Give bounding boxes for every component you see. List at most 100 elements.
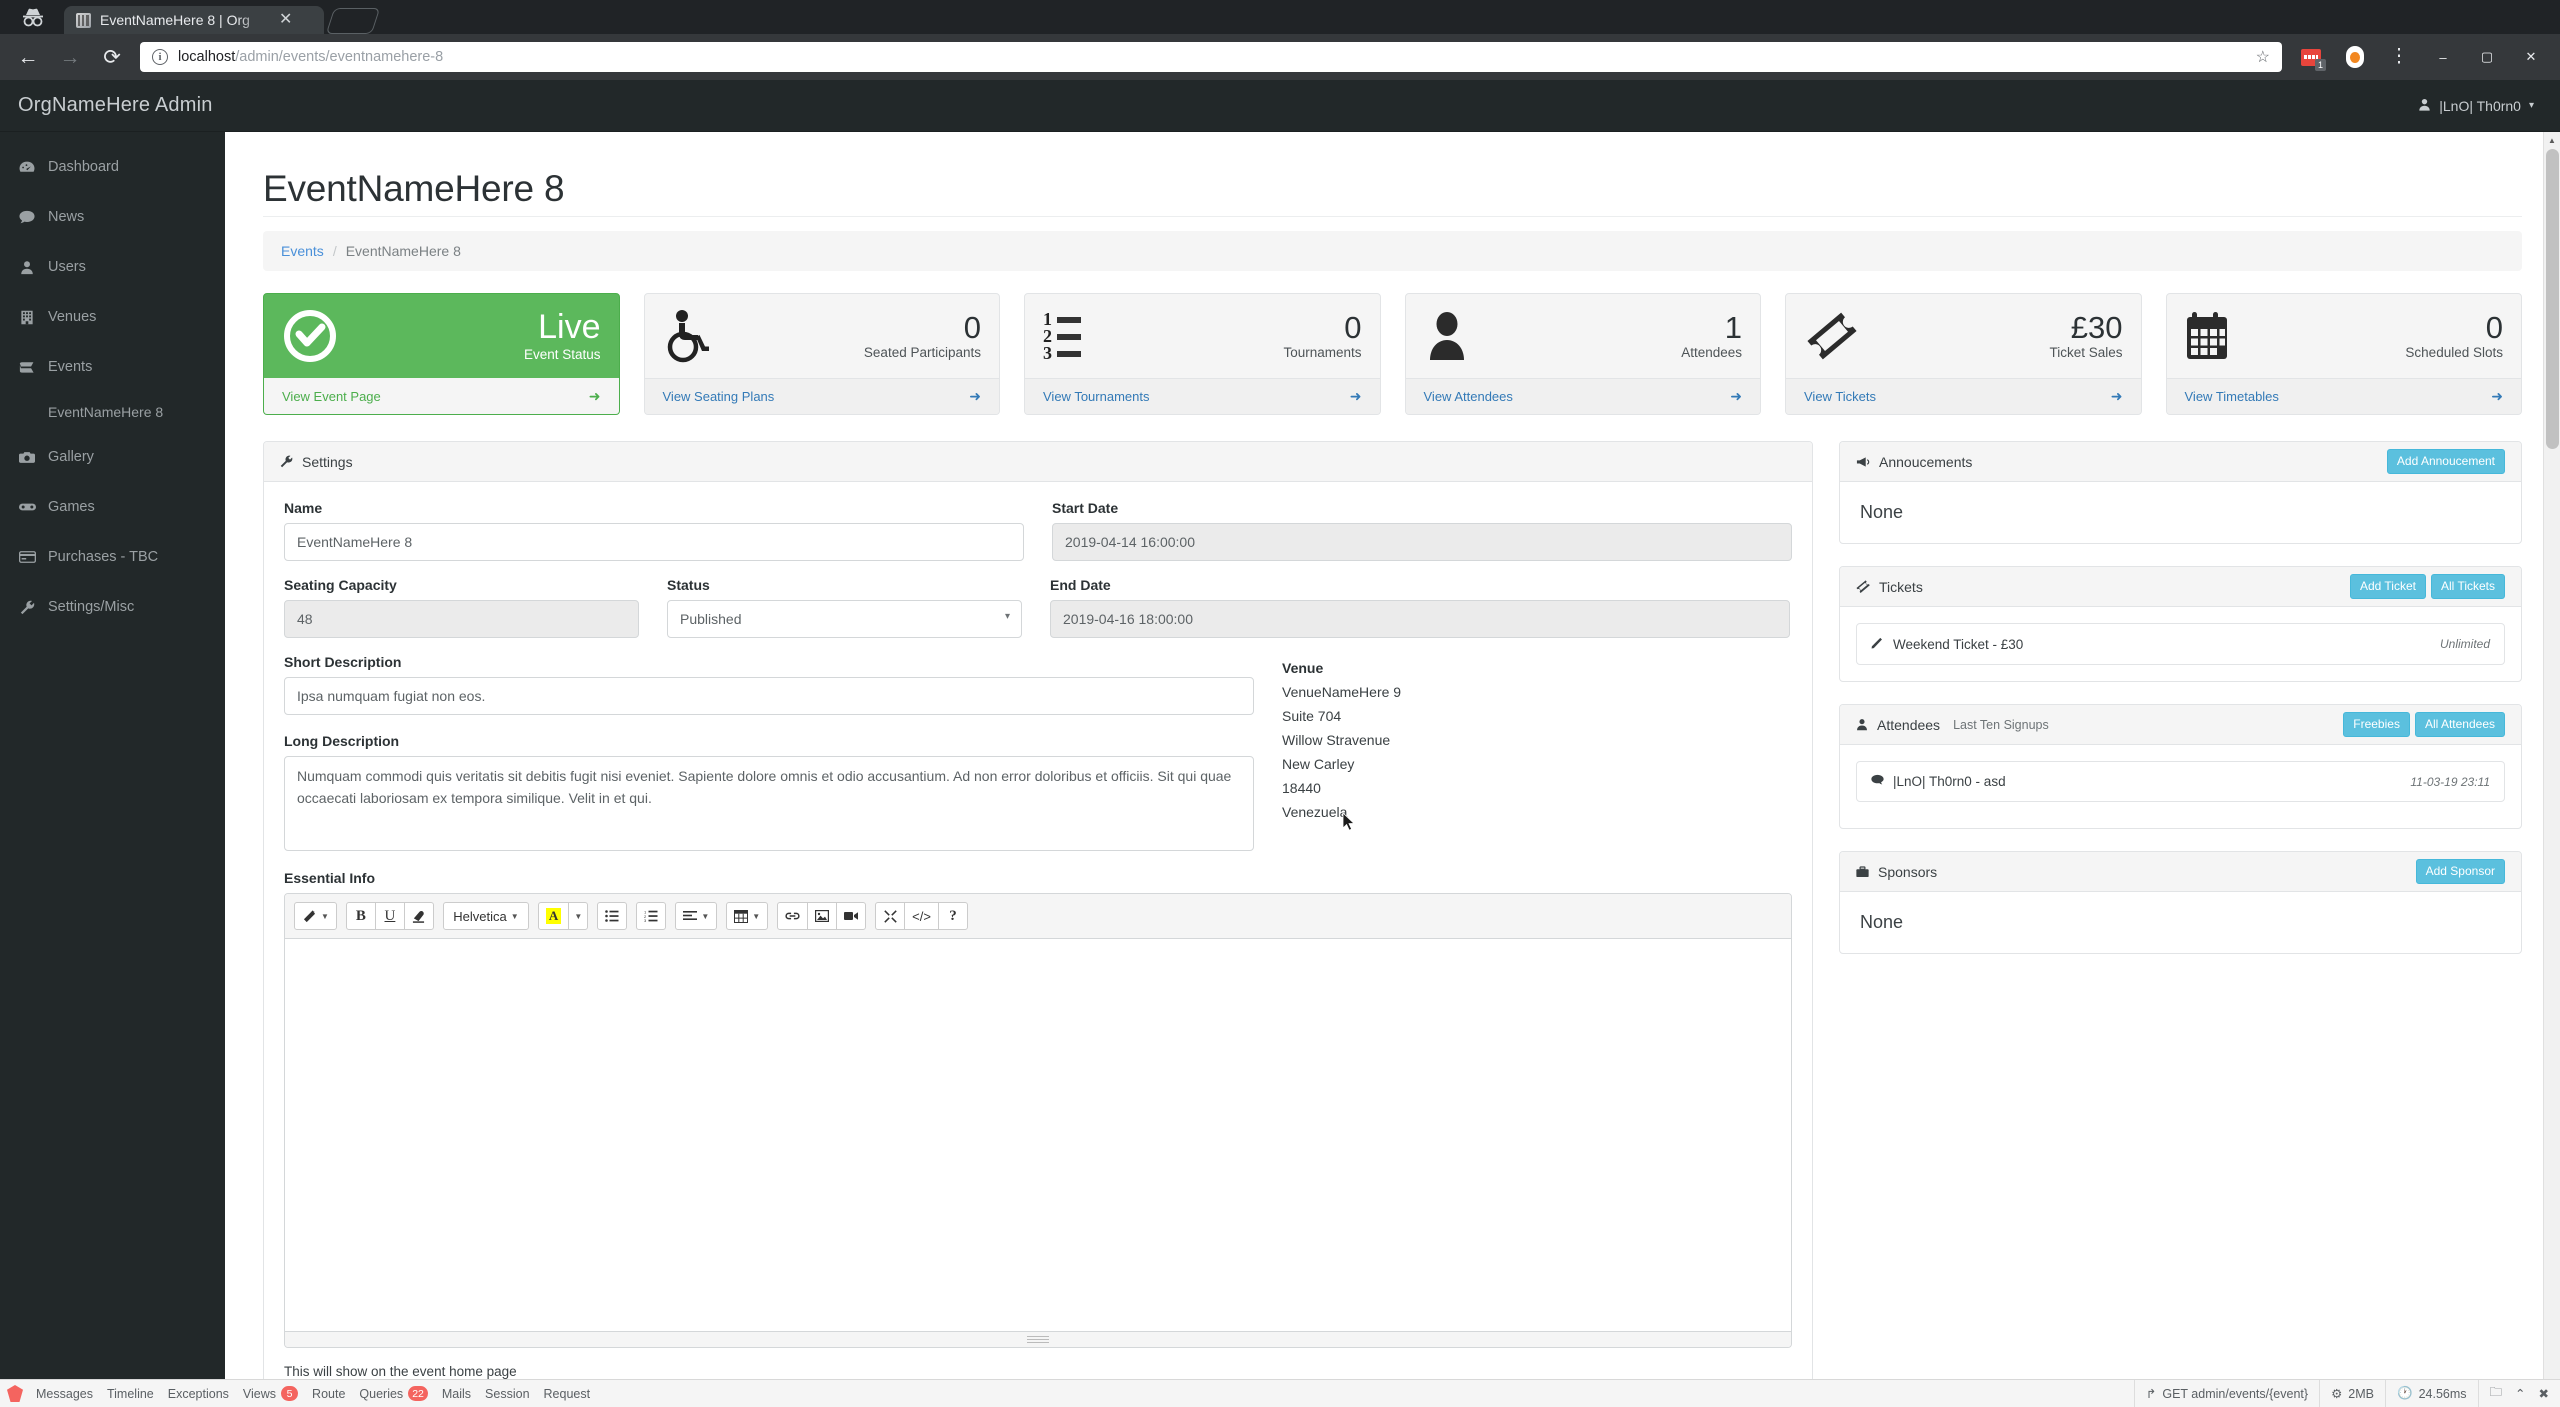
svg-text:3: 3 <box>644 918 647 922</box>
freebies-button[interactable]: Freebies <box>2343 712 2410 737</box>
address-bar[interactable]: i localhost/admin/events/eventnamehere-8… <box>140 42 2282 72</box>
site-info-icon[interactable]: i <box>152 49 168 65</box>
sidebar-item-events[interactable]: Events <box>0 342 225 392</box>
maximize-icon[interactable]: ▢ <box>2472 42 2502 72</box>
start-date-input[interactable] <box>1052 523 1792 561</box>
page-scrollbar[interactable]: ▲ <box>2543 132 2560 1407</box>
font-name-dropdown[interactable]: Helvetica ▼ <box>442 902 529 930</box>
gears-icon: ⚙ <box>2331 1387 2343 1401</box>
page-title: EventNameHere 8 <box>263 168 565 209</box>
table-button[interactable]: ▼ <box>726 902 769 930</box>
sidebar-item-gallery[interactable]: Gallery <box>0 432 225 482</box>
add-announcement-button[interactable]: Add Annoucement <box>2386 449 2505 474</box>
sidebar-item-users[interactable]: Users <box>0 242 225 292</box>
scroll-up-icon[interactable]: ▲ <box>2544 132 2560 149</box>
browser-menu-icon[interactable]: ⋮ <box>2384 42 2414 72</box>
bookmark-star-icon[interactable]: ☆ <box>2256 47 2270 67</box>
collapse-icon[interactable]: ⌃ <box>2515 1386 2525 1401</box>
minimize-icon[interactable]: – <box>2428 42 2458 72</box>
sidebar-item-games[interactable]: Games <box>0 482 225 532</box>
close-icon[interactable]: ✕ <box>279 12 292 28</box>
name-input[interactable] <box>284 523 1024 561</box>
venue-line: 18440 <box>1282 780 1321 797</box>
user-icon <box>18 260 36 275</box>
check-circle-icon <box>282 308 352 364</box>
all-tickets-button[interactable]: All Tickets <box>2430 574 2505 599</box>
add-sponsor-button[interactable]: Add Sponsor <box>2415 859 2505 884</box>
status-select[interactable]: Published <box>667 600 1022 638</box>
sidebar-item-label: Gallery <box>48 449 94 465</box>
debug-tab-queries[interactable]: Queries 22 <box>359 1386 428 1401</box>
debug-tab-mails[interactable]: Mails <box>442 1387 471 1401</box>
stat-label: Seated Participants <box>863 345 981 361</box>
announcements-empty: None <box>1860 502 1904 522</box>
sidebar-item-venues[interactable]: Venues <box>0 292 225 342</box>
list-item[interactable]: |LnO| Th0rn0 - asd 11-03-19 23:11 <box>1856 761 2505 802</box>
queries-badge: 22 <box>408 1386 428 1401</box>
settings-panel-header: Settings <box>264 442 1812 482</box>
magic-style-icon[interactable]: ▼ <box>294 902 337 930</box>
end-date-input[interactable] <box>1050 600 1790 638</box>
debugbar-close-icon[interactable]: ✖ <box>2539 1386 2549 1401</box>
editor-content-area[interactable] <box>285 939 1791 1331</box>
user-menu[interactable]: |LnO| Th0rn0 ▾ <box>2418 98 2560 114</box>
reload-icon[interactable]: ⟳ <box>98 43 126 71</box>
back-icon[interactable]: ← <box>14 43 42 71</box>
clear-format-button[interactable] <box>403 902 434 930</box>
unordered-list-button[interactable] <box>597 902 628 930</box>
short-description-input[interactable] <box>284 677 1254 715</box>
debug-tab-exceptions[interactable]: Exceptions <box>168 1387 229 1401</box>
underline-button[interactable]: U <box>374 902 405 930</box>
sidebar-subitem-eventnamehere-8[interactable]: EventNameHere 8 <box>0 392 225 432</box>
scrollbar-thumb[interactable] <box>2546 149 2559 449</box>
video-icon[interactable] <box>836 902 867 930</box>
image-icon[interactable] <box>807 902 838 930</box>
help-icon[interactable]: ? <box>937 902 968 930</box>
text-color-dropdown[interactable]: ▼ <box>568 902 589 930</box>
all-attendees-button[interactable]: All Attendees <box>2414 712 2505 737</box>
announcements-panel: Annoucements Add Annoucement None <box>1839 441 2522 544</box>
extension-profile-icon[interactable] <box>2340 42 2370 72</box>
browser-tab[interactable]: EventNameHere 8 | Org ✕ <box>64 6 324 34</box>
sidebar-item-dashboard[interactable]: Dashboard <box>0 142 225 192</box>
stat-card-link[interactable]: View Attendees ➜ <box>1405 378 1760 414</box>
folder-icon[interactable]: 🗀 <box>2490 1383 2503 1404</box>
stat-card-tournaments: 1 2 3 0 Tournaments View Tournaments ➜ <box>1024 293 1381 415</box>
editor-resize-handle[interactable] <box>285 1331 1791 1347</box>
views-badge: 5 <box>281 1386 299 1401</box>
add-ticket-button[interactable]: Add Ticket <box>2349 574 2426 599</box>
sidebar-item-settings-misc[interactable]: Settings/Misc <box>0 582 225 632</box>
link-icon[interactable] <box>777 902 809 930</box>
code-view-icon[interactable]: </> <box>904 902 939 930</box>
seating-capacity-input[interactable] <box>284 600 639 638</box>
url-host: localhost <box>178 49 236 65</box>
debug-tab-request[interactable]: Request <box>544 1387 591 1401</box>
attendees-panel-title: Attendees <box>1877 716 1941 733</box>
text-color-button[interactable]: A <box>537 902 570 930</box>
stat-card-scheduled-slots: 0 Scheduled Slots View Timetables ➜ <box>2165 293 2522 415</box>
ordered-list-button[interactable]: 123 <box>636 902 667 930</box>
debug-tab-views[interactable]: Views 5 <box>243 1386 299 1401</box>
stat-card-link[interactable]: View Tournaments ➜ <box>1025 378 1380 414</box>
breadcrumb-link-events[interactable]: Events <box>281 243 324 259</box>
fullscreen-icon[interactable] <box>875 902 906 930</box>
debug-tab-timeline[interactable]: Timeline <box>107 1387 154 1401</box>
new-tab-button[interactable] <box>325 8 381 34</box>
window-close-icon[interactable]: ✕ <box>2516 42 2546 72</box>
extension-adblock-icon[interactable]: 1 <box>2296 42 2326 72</box>
stat-card-link[interactable]: View Event Page ➜ <box>264 378 619 414</box>
stat-card-link[interactable]: View Tickets ➜ <box>1786 378 2141 414</box>
stat-card-link[interactable]: View Seating Plans ➜ <box>644 378 999 414</box>
debug-tab-messages[interactable]: Messages <box>36 1387 93 1401</box>
paragraph-align-dropdown[interactable]: ▼ <box>675 902 718 930</box>
bold-button[interactable]: B <box>345 902 376 930</box>
ticket-icon <box>1804 310 1874 362</box>
sidebar-item-purchases[interactable]: Purchases - TBC <box>0 532 225 582</box>
stat-card-link[interactable]: View Timetables ➜ <box>2166 378 2521 414</box>
list-item[interactable]: Weekend Ticket - £30 Unlimited <box>1856 623 2505 665</box>
debug-tab-route[interactable]: Route <box>312 1387 345 1401</box>
long-description-textarea[interactable]: Numquam commodi quis veritatis sit debit… <box>284 756 1254 851</box>
sidebar-item-news[interactable]: News <box>0 192 225 242</box>
debug-tab-session[interactable]: Session <box>485 1387 529 1401</box>
camera-icon <box>18 451 36 464</box>
